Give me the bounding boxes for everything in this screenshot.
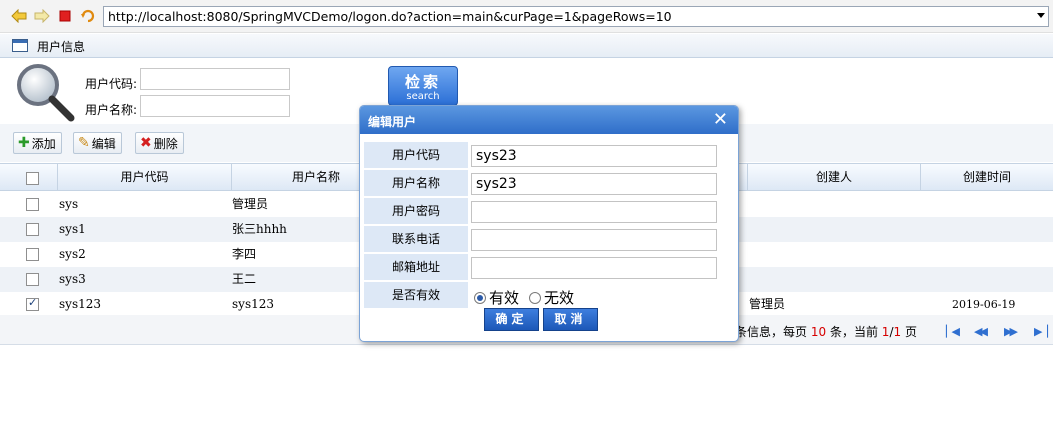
valid-yes-radio[interactable] — [474, 291, 486, 304]
search-button-label: 检索 — [404, 73, 441, 91]
user-name-label: 用户名称: — [85, 103, 138, 117]
header-creator[interactable]: 创建人 — [748, 164, 921, 191]
cancel-button[interactable]: 取消 — [543, 308, 598, 331]
valid-yes-label[interactable]: 有效 — [489, 287, 519, 308]
cell-user-name: 李四 — [232, 247, 257, 261]
field-label: 用户密码 — [364, 198, 468, 225]
cell-user-code: sys1 — [59, 222, 86, 236]
browser-toolbar: http://localhost:8080/SpringMVCDemo/logo… — [0, 0, 1053, 33]
row-checkbox[interactable] — [26, 296, 39, 311]
valid-radio-group: 有效 无效 — [474, 287, 574, 308]
field-label: 用户名称 — [364, 170, 468, 197]
dialog-field-row: 联系电话 — [364, 226, 734, 254]
dialog-field-row: 用户代码 sys23 — [364, 142, 734, 170]
stop-icon[interactable] — [57, 8, 73, 24]
address-text: http://localhost:8080/SpringMVCDemo/logo… — [108, 9, 672, 24]
panel-title: 用户信息 — [37, 40, 86, 54]
header-created-time[interactable]: 创建时间 — [921, 164, 1053, 191]
close-icon[interactable]: ✕ — [713, 109, 728, 130]
plus-icon: ✚ — [18, 135, 30, 151]
prev-page-icon[interactable]: ◀◀ — [974, 325, 988, 338]
pager-suffix: 页 — [904, 325, 917, 339]
cell-user-code: sys3 — [59, 272, 86, 286]
field-input[interactable] — [471, 229, 717, 251]
cell-user-code: sys2 — [59, 247, 86, 261]
dialog-field-row: 用户名称 sys23 — [364, 170, 734, 198]
pager-mid: 条，当前 — [829, 325, 878, 339]
header-user-code[interactable]: 用户代码 — [58, 164, 232, 191]
user-name-input[interactable] — [140, 95, 290, 117]
field-input[interactable]: sys23 — [471, 145, 717, 167]
field-label: 联系电话 — [364, 226, 468, 253]
address-bar[interactable]: http://localhost:8080/SpringMVCDemo/logo… — [103, 6, 1049, 27]
chevron-down-icon[interactable] — [1037, 13, 1045, 18]
edit-button-label: 编辑 — [91, 136, 116, 151]
dialog-header: 编辑用户 ✕ — [360, 106, 738, 134]
magnifier-icon — [17, 64, 75, 122]
forward-icon[interactable] — [34, 8, 50, 24]
edit-user-dialog: 编辑用户 ✕ 用户代码 sys23 用户名称 sys23 用户密码 联系电话 邮箱地址 是否… — [359, 105, 739, 342]
window-icon — [12, 39, 28, 52]
last-page-icon[interactable]: ▶▕ — [1034, 325, 1048, 338]
valid-no-radio[interactable] — [529, 291, 542, 304]
edit-button[interactable]: ✎ 编辑 — [73, 132, 122, 154]
select-all-checkbox[interactable] — [26, 172, 39, 185]
field-label: 邮箱地址 — [364, 254, 468, 281]
first-page-icon[interactable]: ▏◀ — [946, 325, 960, 338]
delete-x-icon: ✖ — [140, 135, 152, 151]
refresh-icon[interactable] — [80, 8, 96, 24]
row-checkbox[interactable] — [26, 248, 39, 261]
field-input[interactable]: sys23 — [471, 173, 717, 195]
row-checkbox[interactable] — [26, 223, 39, 236]
cell-user-code: sys123 — [59, 297, 101, 311]
dialog-field-row: 邮箱地址 — [364, 254, 734, 282]
back-icon[interactable] — [11, 8, 27, 24]
search-button-sublabel: search — [406, 91, 440, 102]
total-pages: 1 — [893, 325, 902, 339]
dialog-field-row: 用户密码 — [364, 198, 734, 226]
cell-creator: 管理员 — [749, 297, 786, 311]
select-all-cell — [0, 164, 58, 191]
pagination-info: 条信息，每页 10 条，当前 1/1 页 — [735, 323, 917, 340]
valid-no-label[interactable]: 无效 — [544, 287, 574, 308]
page-rows: 10 — [810, 325, 827, 339]
cell-created-time: 2019-06-19 00:00:00 — [952, 298, 1016, 336]
pager-prefix: 条信息，每页 — [735, 325, 808, 339]
cell-user-name: 王二 — [232, 272, 257, 286]
pencil-icon: ✎ — [78, 135, 90, 151]
valid-row: 是否有效 有效 无效 — [364, 282, 734, 310]
confirm-button[interactable]: 确定 — [484, 308, 539, 331]
search-button[interactable]: 检索 search — [388, 66, 458, 106]
delete-button[interactable]: ✖ 删除 — [135, 132, 184, 154]
delete-button-label: 删除 — [153, 136, 178, 151]
cell-user-name: 管理员 — [232, 197, 269, 211]
next-page-icon[interactable]: ▶▶ — [1004, 325, 1018, 338]
row-checkbox[interactable] — [26, 273, 39, 286]
cell-user-name: 张三hhhh — [232, 222, 287, 236]
field-input[interactable] — [471, 201, 717, 223]
add-button-label: 添加 — [31, 136, 56, 151]
field-input[interactable] — [471, 257, 717, 279]
valid-label: 是否有效 — [364, 282, 468, 309]
dialog-title: 编辑用户 — [368, 115, 417, 129]
panel-header: 用户信息 — [0, 34, 1053, 58]
cell-user-name: sys123 — [232, 297, 274, 311]
add-button[interactable]: ✚ 添加 — [13, 132, 62, 154]
user-code-input[interactable] — [140, 68, 290, 90]
header-user-name-text: 用户名称 — [292, 170, 341, 184]
user-code-label: 用户代码: — [85, 77, 138, 91]
cell-user-code: sys — [59, 197, 79, 211]
row-checkbox[interactable] — [26, 198, 39, 211]
field-label: 用户代码 — [364, 142, 468, 169]
